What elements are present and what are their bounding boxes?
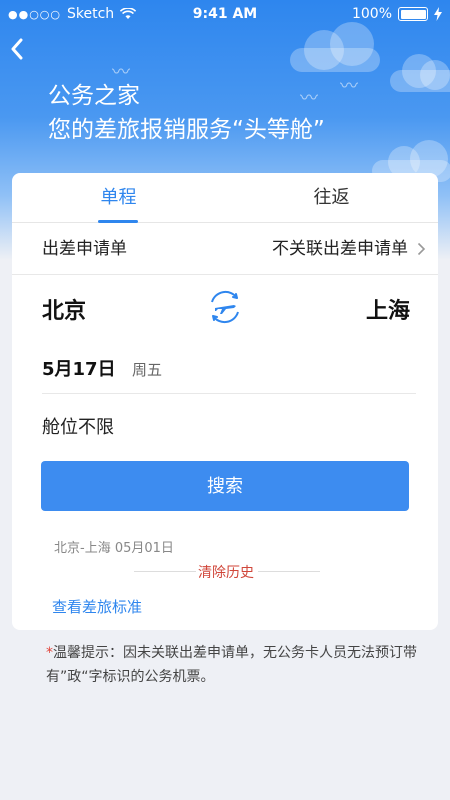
page-title: 公务之家	[48, 83, 140, 109]
divider	[258, 571, 320, 572]
bird-icon: 〰	[300, 88, 318, 109]
chevron-left-icon	[11, 38, 23, 60]
clear-history-button[interactable]: 清除历史	[198, 562, 254, 582]
charging-icon	[434, 7, 442, 21]
departure-city[interactable]: 北京	[42, 293, 86, 325]
divider	[134, 571, 196, 572]
back-button[interactable]	[10, 38, 34, 66]
tip-star: *	[46, 645, 53, 661]
search-button[interactable]: 搜索	[41, 461, 409, 511]
tab-one-way[interactable]: 单程	[12, 173, 225, 223]
bird-icon: 〰	[340, 76, 358, 97]
chevron-right-icon	[417, 223, 426, 275]
swap-cities-button[interactable]	[206, 288, 244, 326]
travel-application-label: 出差申请单	[42, 239, 127, 259]
cabin-class-selector[interactable]: 舱位不限	[42, 413, 114, 439]
booking-card: 单程 往返 出差申请单 不关联出差申请单 北京 上海 5月17日 周五 舱位不限…	[12, 173, 438, 630]
battery-icon	[398, 7, 428, 21]
battery-percent: 100%	[351, 6, 392, 22]
tab-round-trip[interactable]: 往返	[225, 173, 438, 223]
arrival-city[interactable]: 上海	[366, 293, 410, 325]
view-travel-standard-link[interactable]: 查看差旅标准	[52, 596, 142, 617]
travel-application-value: 不关联出差申请单	[272, 239, 408, 259]
tip-message: 温馨提示：因未关联出差申请单，无公务卡人员无法预订带有”政“字标识的公务机票。	[46, 645, 417, 685]
plane-swap-icon	[211, 290, 239, 324]
tip-text: *温馨提示：因未关联出差申请单，无公务卡人员无法预订带有”政“字标识的公务机票。	[46, 641, 446, 689]
search-history-item[interactable]: 北京-上海 05月01日	[54, 537, 174, 556]
trip-type-tabs: 单程 往返	[12, 173, 438, 223]
divider	[42, 393, 416, 394]
cloud-decoration	[390, 54, 450, 92]
cloud-decoration	[290, 22, 380, 72]
status-bar: ●●○○○ Sketch 9:41 AM 100%	[0, 0, 450, 28]
departure-date[interactable]: 5月17日	[42, 355, 116, 381]
page-subtitle: 您的差旅报销服务“头等舱”	[48, 117, 325, 143]
departure-weekday: 周五	[132, 361, 163, 379]
travel-application-row[interactable]: 出差申请单 不关联出差申请单	[12, 223, 438, 275]
